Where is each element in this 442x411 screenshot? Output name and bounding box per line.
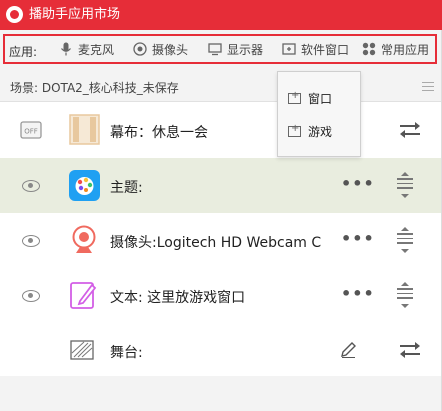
window-add-icon: [288, 90, 301, 104]
curtain-icon: [69, 114, 100, 145]
popup-item-game[interactable]: 游戏: [288, 122, 332, 140]
title-bar: 播助手应用市场: [0, 0, 442, 30]
popup-item-label: 游戏: [308, 124, 333, 139]
more-options-icon[interactable]: •••: [341, 174, 375, 193]
layer-row-stage[interactable]: 舞台:: [0, 323, 442, 379]
app-microphone-label: 麦克风: [78, 42, 115, 57]
scene-bar: 场景: DOTA2_核心科技_未保存: [0, 70, 442, 102]
apps-grid-icon: [362, 42, 376, 56]
layer-row-curtain[interactable]: OFF 幕布：休息一会: [0, 103, 442, 159]
window-icon: [282, 43, 296, 55]
microphone-icon: [61, 42, 71, 56]
monitor-icon: [208, 43, 222, 56]
app-monitor[interactable]: 显示器: [208, 40, 263, 58]
scene-title: 场景: DOTA2_核心科技_未保存: [10, 79, 179, 96]
eye-icon[interactable]: [22, 180, 40, 192]
app-software-window[interactable]: 软件窗口: [282, 40, 349, 58]
drag-handle-icon[interactable]: [397, 227, 413, 253]
app-label: 应用:: [9, 45, 38, 59]
more-options-icon[interactable]: •••: [341, 229, 375, 248]
layer-row-theme[interactable]: 主题: •••: [0, 158, 442, 214]
add-source-popup: 窗口 游戏: [277, 71, 361, 157]
app-camera[interactable]: 摄像头: [133, 40, 188, 58]
stage-icon: [70, 340, 94, 360]
theme-icon: [69, 170, 100, 201]
layer-label: 摄像头:Logitech HD Webcam C: [110, 235, 322, 251]
eye-icon[interactable]: [22, 235, 40, 247]
app-common-apps[interactable]: 常用应用: [362, 40, 429, 58]
layer-label: 主题:: [110, 180, 143, 196]
scene-label: 场景:: [10, 81, 39, 95]
window-title: 播助手应用市场: [29, 7, 121, 22]
edit-pencil-icon[interactable]: [339, 341, 357, 359]
more-options-icon[interactable]: •••: [341, 284, 375, 303]
drag-handle-icon[interactable]: [397, 172, 413, 198]
toggle-off-icon[interactable]: OFF: [20, 121, 42, 139]
app-logo-icon: [6, 6, 23, 23]
app-camera-label: 摄像头: [152, 42, 189, 57]
popup-item-label: 窗口: [308, 91, 333, 106]
layer-row-webcam[interactable]: 摄像头:Logitech HD Webcam C •••: [0, 213, 442, 269]
layer-label: 文本: 这里放游戏窗口: [110, 290, 246, 306]
camera-icon: [133, 42, 147, 56]
popup-item-window[interactable]: 窗口: [288, 89, 332, 107]
app-monitor-label: 显示器: [227, 42, 264, 57]
svg-text:OFF: OFF: [24, 128, 38, 136]
text-edit-icon: [70, 282, 97, 309]
drag-handle-icon[interactable]: [397, 282, 413, 308]
app-microphone[interactable]: 麦克风: [59, 40, 114, 58]
scene-name: DOTA2_核心科技_未保存: [41, 81, 179, 95]
layer-row-text[interactable]: 文本: 这里放游戏窗口 •••: [0, 268, 442, 324]
swap-icon[interactable]: [400, 342, 420, 358]
app-toolbar: 应用: 麦克风 摄像头 显示器 软件窗口 常用应用: [0, 30, 442, 70]
webcam-icon: [72, 225, 96, 253]
app-software-window-label: 软件窗口: [301, 42, 350, 57]
layer-label: 舞台:: [110, 345, 143, 361]
bottom-area: [0, 376, 442, 411]
menu-icon[interactable]: [422, 82, 434, 91]
swap-icon[interactable]: [400, 122, 420, 138]
game-add-icon: [288, 123, 301, 137]
app-common-apps-label: 常用应用: [381, 42, 430, 57]
eye-icon[interactable]: [22, 290, 40, 302]
